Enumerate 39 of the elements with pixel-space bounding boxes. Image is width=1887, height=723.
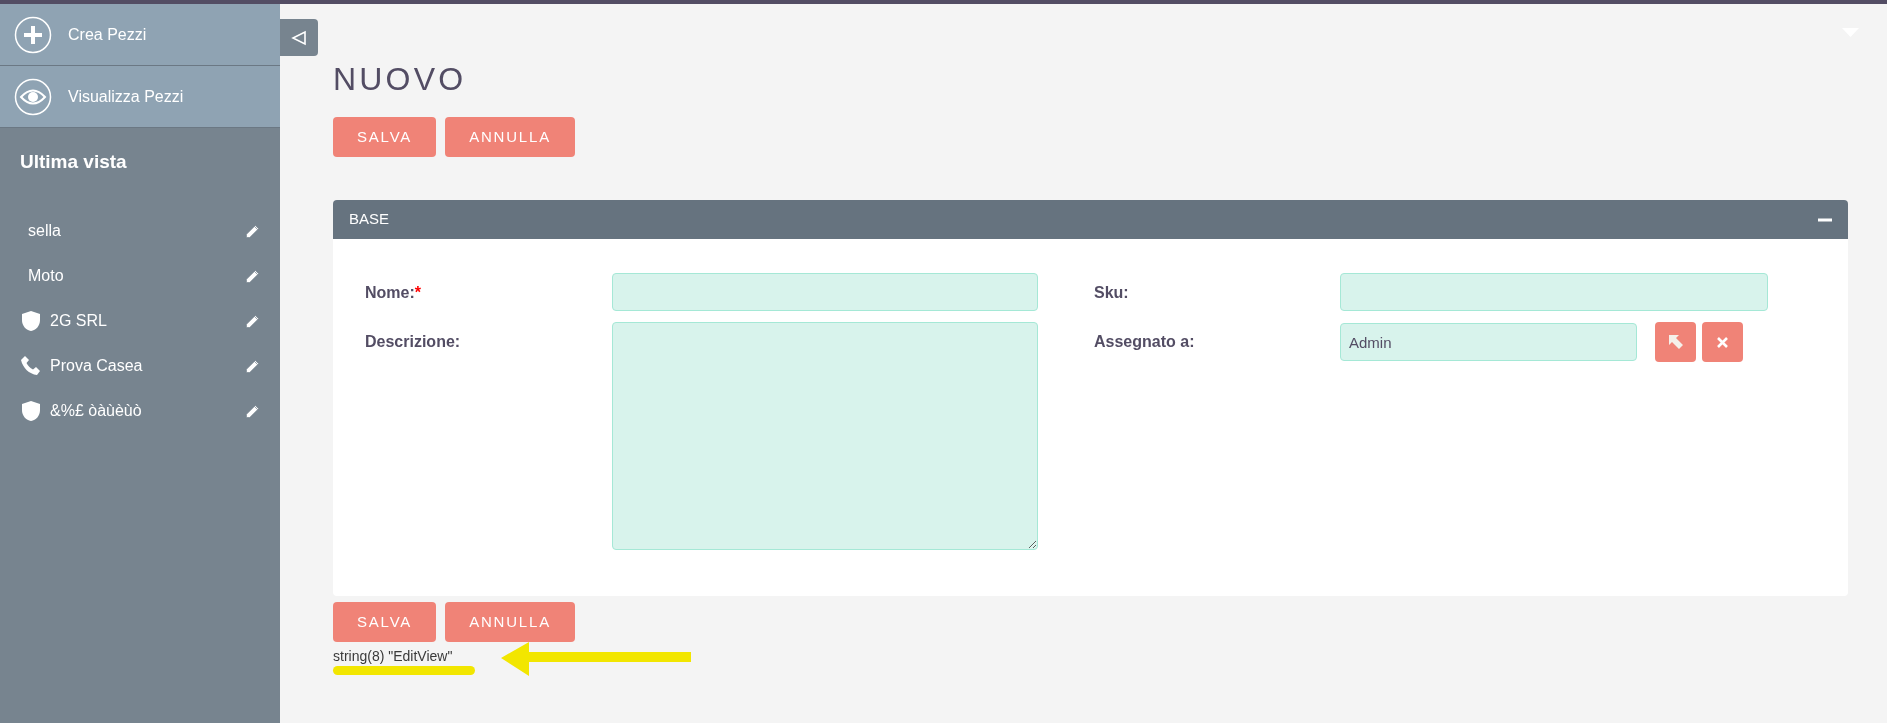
field-label: Nome:*: [365, 284, 421, 301]
plus-circle-icon: [14, 15, 52, 54]
sidebar-action[interactable]: Visualizza Pezzi: [0, 66, 280, 128]
triangle-left-icon: [291, 29, 307, 46]
field-label: Sku:: [1094, 284, 1129, 301]
pencil-icon[interactable]: [245, 358, 260, 374]
select-button[interactable]: [1655, 322, 1696, 362]
debug-output: string(8) "EditView": [333, 648, 453, 664]
panel-title: BASE: [349, 209, 390, 230]
recent-item[interactable]: Prova Casea: [50, 354, 143, 378]
action-button[interactable]: ANNULLA: [445, 602, 575, 642]
pencil-icon[interactable]: [245, 223, 260, 239]
recent-item[interactable]: &%£ òàùèùò: [50, 399, 142, 423]
action-button[interactable]: SALVA: [333, 602, 437, 642]
panel-header[interactable]: BASE: [333, 200, 1848, 239]
clear-button[interactable]: [1702, 322, 1743, 362]
pencil-icon[interactable]: [245, 403, 260, 419]
action-button[interactable]: SALVA: [333, 117, 437, 157]
sidebar-action[interactable]: Crea Pezzi: [0, 4, 280, 66]
recent-item[interactable]: sella: [28, 219, 61, 243]
text-input[interactable]: [1340, 273, 1768, 311]
eye-circle-icon: [14, 77, 52, 116]
page-title: NUOVO: [333, 60, 468, 99]
action-button[interactable]: ANNULLA: [445, 117, 575, 157]
collapse-button[interactable]: [280, 19, 318, 56]
sidebar-heading: Ultima vista: [19, 150, 128, 174]
close-icon: [1717, 336, 1728, 348]
pencil-icon[interactable]: [245, 268, 260, 284]
shield-icon: [20, 400, 42, 422]
recent-item[interactable]: 2G SRL: [50, 309, 107, 333]
field-label: Assegnato a:: [1094, 333, 1195, 350]
pencil-icon[interactable]: [245, 313, 260, 329]
text-input[interactable]: [612, 273, 1038, 311]
text-input[interactable]: Admin: [1340, 323, 1637, 361]
cursor-icon: [1667, 334, 1684, 350]
field-label: Descrizione:: [365, 333, 461, 350]
phone-icon: [20, 355, 42, 377]
shield-icon: [20, 310, 42, 332]
recent-item[interactable]: Moto: [28, 264, 64, 288]
